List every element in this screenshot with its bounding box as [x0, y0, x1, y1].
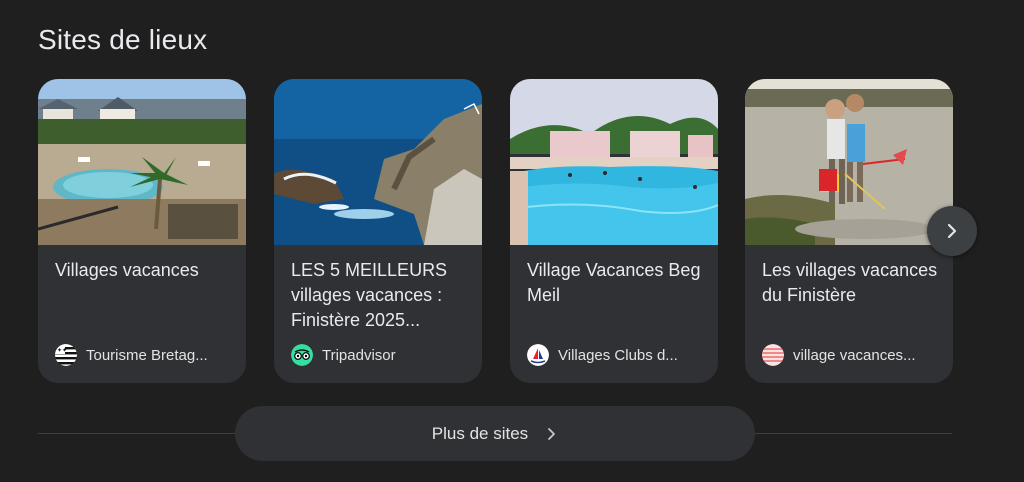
card-source[interactable]: Villages Clubs d... [527, 344, 704, 366]
svg-text:✦✦: ✦✦ [57, 347, 67, 354]
source-name: Tripadvisor [322, 346, 396, 364]
site-card-1[interactable]: Villages vacances ✦✦ Tourisme Bretag... [38, 79, 246, 383]
card-title: Village Vacances Beg Meil [527, 260, 701, 305]
section-title: Sites de lieux [38, 24, 208, 55]
card-title: Les villages vacances du Finistère [762, 260, 938, 305]
card-thumbnail-children-fishing [745, 79, 953, 245]
source-name: village vacances... [793, 346, 916, 364]
chevron-right-icon [548, 427, 556, 440]
card-source[interactable]: village vacances... [762, 344, 939, 366]
source-name: Villages Clubs d... [558, 346, 678, 364]
card-source[interactable]: Tripadvisor [291, 344, 468, 366]
villages-clubs-sail-icon [527, 344, 549, 366]
site-card-2[interactable]: LES 5 MEILLEURS villages vacances : Fini… [274, 79, 482, 383]
source-name: Tourisme Bretag... [86, 346, 208, 364]
card-title: LES 5 MEILLEURS villages vacances : Fini… [291, 260, 448, 330]
carousel-next-button[interactable] [927, 206, 977, 256]
striped-circle-icon [762, 344, 784, 366]
card-source[interactable]: ✦✦ Tourisme Bretag... [55, 344, 232, 366]
more-sites-button[interactable]: Plus de sites [235, 406, 755, 461]
card-thumbnail-outdoor-pool [510, 79, 718, 245]
card-thumbnail-coast-cliffs [274, 79, 482, 245]
tripadvisor-owl-icon [291, 344, 313, 366]
chevron-right-icon [947, 223, 957, 239]
card-thumbnail-resort-pool [38, 79, 246, 245]
card-title: Villages vacances [55, 260, 199, 280]
site-card-3[interactable]: Village Vacances Beg Meil Villages Clubs… [510, 79, 718, 383]
more-sites-label: Plus de sites [431, 423, 529, 443]
brittany-flag-icon: ✦✦ [55, 344, 77, 366]
site-card-4[interactable]: Les villages vacances du Finistère villa… [745, 79, 953, 383]
